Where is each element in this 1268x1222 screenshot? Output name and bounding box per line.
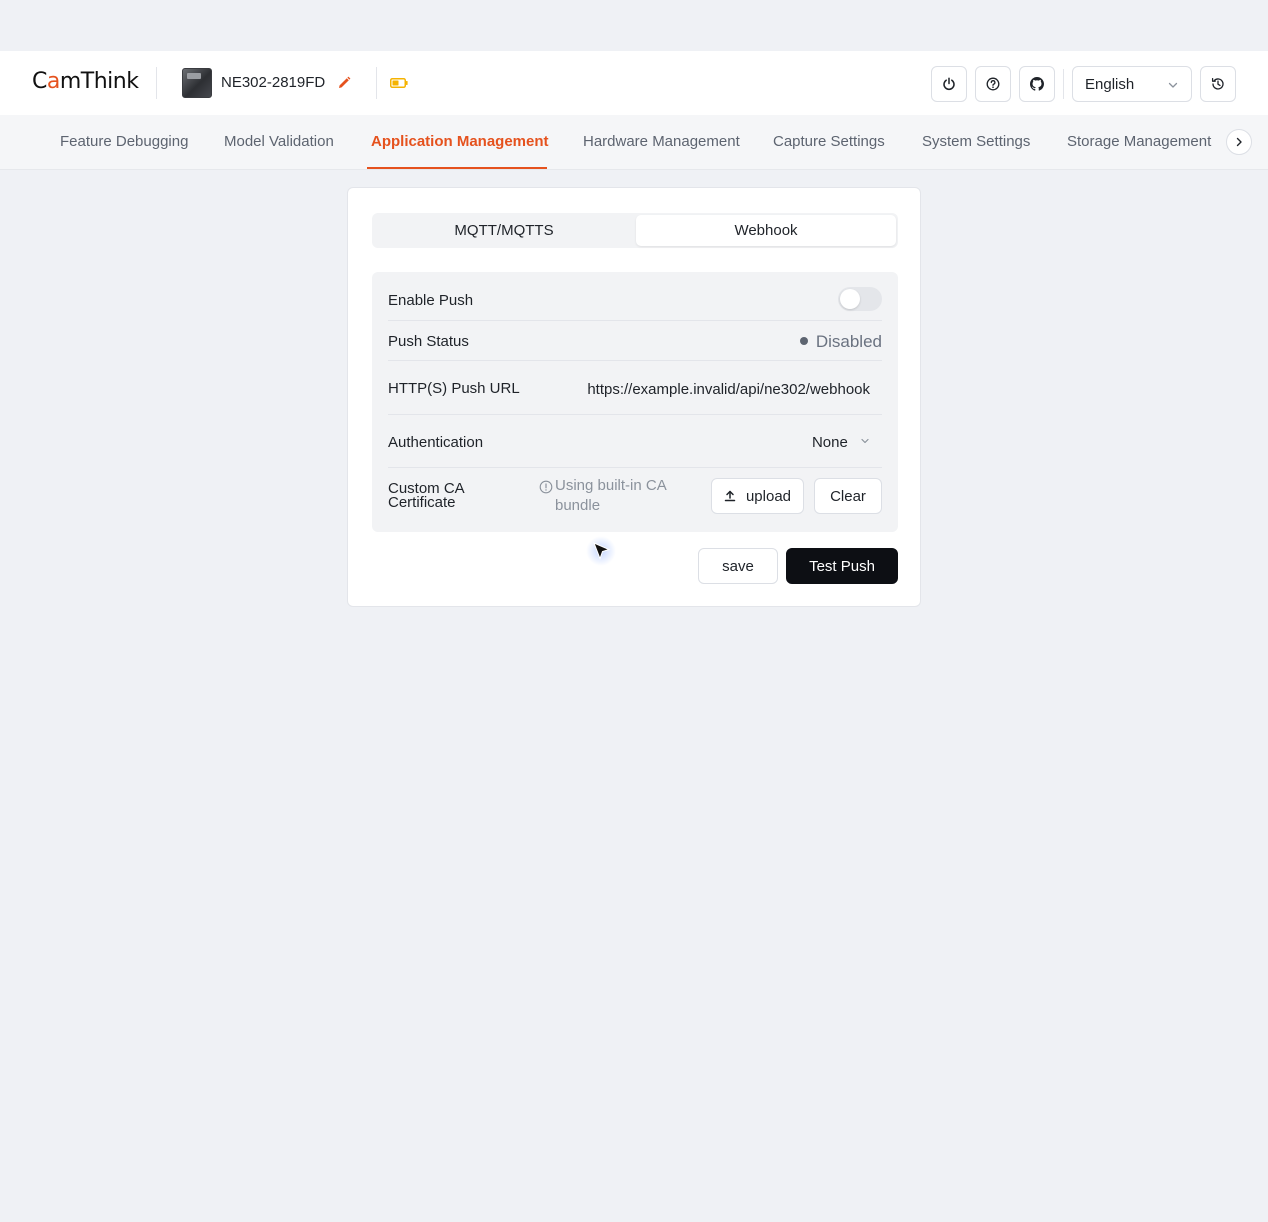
- power-icon: [943, 77, 955, 91]
- push-url-row: HTTP(S) Push URL https://example.invalid…: [388, 361, 882, 415]
- authentication-select[interactable]: None: [812, 434, 870, 451]
- ca-certificate-label-line2: Certificate: [388, 494, 456, 511]
- tabs-scroll-next-button[interactable]: [1226, 129, 1252, 155]
- upload-icon: [724, 490, 736, 502]
- protocol-segmented-control: MQTT/MQTTS Webhook: [372, 213, 898, 248]
- github-button[interactable]: [1019, 66, 1055, 102]
- header-divider: [156, 67, 157, 99]
- help-icon: [986, 77, 1000, 91]
- info-icon: [539, 480, 553, 494]
- authentication-row: Authentication None: [388, 415, 882, 468]
- ca-hint-line2: bundle: [555, 497, 601, 514]
- enable-push-toggle[interactable]: [838, 287, 882, 311]
- tab-system-settings[interactable]: System Settings: [922, 133, 1030, 150]
- language-select[interactable]: English: [1072, 66, 1192, 102]
- webhook-settings-panel: Enable Push Push Status Disabled HTTP(S)…: [372, 272, 898, 532]
- logo-accent: a: [46, 69, 60, 94]
- battery-icon: [390, 78, 408, 88]
- mouse-cursor-icon: [593, 542, 611, 560]
- upload-button-label: upload: [745, 487, 792, 505]
- tab-capture-settings[interactable]: Capture Settings: [773, 133, 885, 150]
- main-tab-bar: Feature Debugging Model Validation Appli…: [0, 115, 1268, 170]
- history-icon: [1211, 77, 1224, 90]
- ca-hint-line1: Using built-in CA: [555, 477, 667, 494]
- tab-hardware-management[interactable]: Hardware Management: [583, 133, 740, 150]
- device-name: NE302-2819FD: [221, 74, 326, 91]
- save-button[interactable]: save: [698, 548, 778, 584]
- power-button[interactable]: [931, 66, 967, 102]
- clear-button[interactable]: Clear: [814, 478, 882, 514]
- logo-text-rest: mThink: [59, 69, 139, 94]
- push-settings-card: MQTT/MQTTS Webhook Enable Push Push Stat…: [347, 187, 921, 607]
- authentication-label: Authentication: [388, 434, 484, 451]
- help-button[interactable]: [975, 66, 1011, 102]
- ca-certificate-row: Custom CA Certificate Using built-in CA …: [388, 468, 882, 532]
- github-icon: [1030, 77, 1044, 91]
- device-thumbnail: [182, 68, 212, 98]
- top-header: CamThink NE302-2819FD English: [0, 51, 1268, 115]
- ca-certificate-hint: Using built-in CA bundle: [539, 476, 679, 516]
- ca-certificate-label: Custom CA Certificate: [388, 481, 465, 511]
- segment-webhook[interactable]: Webhook: [636, 215, 896, 246]
- authentication-value: None: [811, 434, 848, 451]
- tab-storage-management[interactable]: Storage Management: [1067, 133, 1211, 150]
- history-button[interactable]: [1200, 66, 1236, 102]
- chevron-down-icon: [861, 438, 869, 444]
- header-divider: [376, 67, 377, 99]
- push-url-label: HTTP(S) Push URL: [388, 380, 520, 397]
- language-value: English: [1085, 75, 1135, 93]
- upload-button[interactable]: upload: [711, 478, 804, 514]
- chevron-right-icon: [1236, 137, 1242, 147]
- active-tab-indicator: [367, 167, 547, 169]
- tab-feature-debugging[interactable]: Feature Debugging: [60, 133, 188, 150]
- push-status-label: Push Status: [388, 333, 469, 350]
- test-push-button[interactable]: Test Push: [786, 548, 898, 584]
- enable-push-label: Enable Push: [388, 292, 474, 309]
- tab-model-validation[interactable]: Model Validation: [224, 133, 334, 150]
- push-status-row: Push Status Disabled: [388, 321, 882, 361]
- push-status-text: Disabled: [815, 332, 882, 351]
- edit-icon[interactable]: [336, 75, 352, 91]
- enable-push-row: Enable Push: [388, 272, 882, 321]
- logo-text: C: [32, 69, 47, 94]
- status-dot-icon: [799, 337, 808, 345]
- segment-mqtt[interactable]: MQTT/MQTTS: [374, 215, 634, 246]
- tab-application-management[interactable]: Application Management: [371, 133, 549, 150]
- camthink-logo: CamThink: [32, 69, 139, 94]
- push-status-value: Disabled: [799, 332, 882, 352]
- header-divider: [1063, 69, 1064, 99]
- push-url-input[interactable]: https://example.invalid/api/ne302/webhoo…: [587, 381, 870, 398]
- chevron-down-icon: [1168, 82, 1178, 88]
